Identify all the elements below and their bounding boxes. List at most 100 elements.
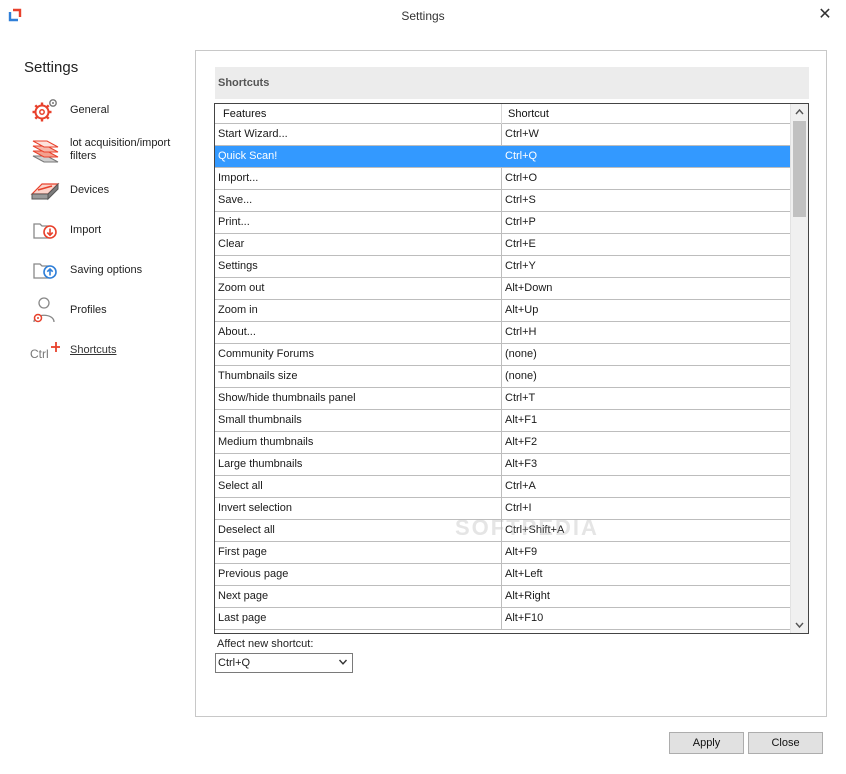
table-row[interactable]: Zoom in Alt+Up [215,300,790,322]
sidebar-item-acquisition-filters[interactable]: lot acquisition/import filters [30,135,190,165]
column-header-features[interactable]: Features [215,104,502,124]
sidebar-item-label: Profiles [70,303,107,316]
shortcuts-grid[interactable]: Features Shortcut Start Wizard... Ctrl+W Q… [214,103,809,634]
table-row[interactable]: First page Alt+F9 [215,542,790,564]
sidebar-item-devices[interactable]: Devices [30,175,190,205]
apply-button[interactable]: Apply [669,732,744,754]
table-row[interactable]: Deselect all Ctrl+Shift+A [215,520,790,542]
feature-cell: Clear [215,234,502,255]
shortcut-cell: Ctrl+Q [505,150,538,162]
shortcut-cell: Alt+F10 [505,612,544,624]
feature-cell: Thumbnails size [215,366,502,387]
feature-cell: Start Wizard... [215,124,502,145]
ctrl-shortcut-icon: Ctrl [30,342,60,361]
import-icon [33,223,57,239]
affect-shortcut-select[interactable]: Ctrl+Q [215,653,353,673]
table-row[interactable]: Start Wizard... Ctrl+W [215,124,790,146]
sidebar-item-import[interactable]: Import [30,215,190,245]
table-row[interactable]: Large thumbnails Alt+F3 [215,454,790,476]
feature-cell: Select all [215,476,502,497]
shortcut-cell: (none) [505,370,537,382]
gear-icon [32,99,57,122]
settings-sidebar: Settings General lot acquisition/import … [0,32,190,732]
close-button[interactable]: Close [748,732,823,754]
feature-cell: Show/hide thumbnails panel [215,388,502,409]
sidebar-item-general[interactable]: General [30,95,190,125]
table-row[interactable]: Quick Scan! Ctrl+Q [215,146,790,168]
table-row[interactable]: Last page Alt+F10 [215,608,790,630]
feature-cell: Invert selection [215,498,502,519]
sidebar-item-label: lot acquisition/import filters [70,137,171,162]
feature-cell: Last page [215,608,502,629]
feature-cell: Print... [215,212,502,233]
shortcut-cell: Alt+Left [505,568,543,580]
feature-cell: Small thumbnails [215,410,502,431]
shortcut-cell: Ctrl+W [505,128,539,140]
sidebar-item-label: Devices [70,183,110,196]
table-row[interactable]: Thumbnails size (none) [215,366,790,388]
shortcut-cell: Ctrl+I [505,502,532,514]
grid-header: Features Shortcut [215,104,790,124]
svg-text:Ctrl: Ctrl [30,347,49,361]
shortcut-cell: Alt+Down [505,282,553,294]
save-upload-icon [33,263,57,279]
vertical-scrollbar[interactable] [790,104,808,633]
shortcut-cell: Ctrl+P [505,216,536,228]
sidebar-item-shortcuts[interactable]: Ctrl Shortcuts [30,335,190,365]
sidebar-item-label: Saving options [70,263,143,276]
shortcut-cell: Ctrl+S [505,194,536,206]
feature-cell: Medium thumbnails [215,432,502,453]
document-stack-icon [32,140,59,163]
feature-cell: Large thumbnails [215,454,502,475]
table-row[interactable]: Save... Ctrl+S [215,190,790,212]
shortcut-cell: Ctrl+Y [505,260,536,272]
feature-cell: Zoom out [215,278,502,299]
table-row[interactable]: Import... Ctrl+O [215,168,790,190]
user-gear-icon [33,297,55,323]
shortcut-cell: Ctrl+E [505,238,536,250]
sidebar-item-label: Shortcuts [70,343,117,356]
sidebar-item-profiles[interactable]: Profiles [30,295,190,325]
feature-cell: Previous page [215,564,502,585]
table-row[interactable]: Zoom out Alt+Down [215,278,790,300]
sidebar-item-label: General [70,103,110,116]
close-window-button[interactable]: ✕ [816,6,834,24]
table-row[interactable]: Medium thumbnails Alt+F2 [215,432,790,454]
affect-shortcut-value: Ctrl+Q [218,657,251,669]
sidebar-title: Settings [24,59,79,76]
scroll-down-arrow-icon[interactable] [791,617,808,633]
window-title: Settings [401,9,445,23]
shortcut-cell: Alt+F1 [505,414,538,426]
feature-cell: Import... [215,168,502,189]
sidebar-item-saving-options[interactable]: Saving options [30,255,190,285]
column-header-shortcut[interactable]: Shortcut [502,104,790,124]
table-row[interactable]: Clear Ctrl+E [215,234,790,256]
table-row[interactable]: Select all Ctrl+A [215,476,790,498]
table-row[interactable]: Print... Ctrl+P [215,212,790,234]
scroll-up-arrow-icon[interactable] [791,104,808,120]
table-row[interactable]: Settings Ctrl+Y [215,256,790,278]
table-row[interactable]: Small thumbnails Alt+F1 [215,410,790,432]
affect-shortcut-label: Affect new shortcut: [217,638,314,650]
feature-cell: Next page [215,586,502,607]
feature-cell: About... [215,322,502,343]
shortcut-cell: (none) [505,348,537,360]
shortcut-cell: Alt+Up [505,304,539,316]
table-row[interactable]: Previous page Alt+Left [215,564,790,586]
chevron-down-icon [338,659,348,665]
table-row[interactable]: Community Forums (none) [215,344,790,366]
section-title: Shortcuts [215,67,809,99]
shortcut-cell: Ctrl+H [505,326,537,338]
table-row[interactable]: Next page Alt+Right [215,586,790,608]
sidebar-item-label: Import [70,223,102,236]
table-row[interactable]: Invert selection Ctrl+I [215,498,790,520]
feature-cell: Save... [215,190,502,211]
feature-cell: Quick Scan! [215,146,502,167]
grid-body: Start Wizard... Ctrl+W Quick Scan! Ctrl+Q Im… [215,124,790,630]
shortcut-cell: Alt+Right [505,590,550,602]
shortcut-cell: Ctrl+Shift+A [505,524,565,536]
feature-cell: First page [215,542,502,563]
table-row[interactable]: Show/hide thumbnails panel Ctrl+T [215,388,790,410]
scrollbar-thumb[interactable] [793,121,806,217]
table-row[interactable]: About... Ctrl+H [215,322,790,344]
